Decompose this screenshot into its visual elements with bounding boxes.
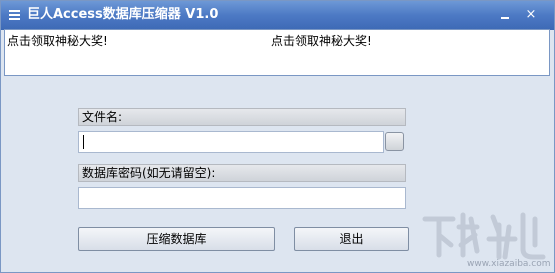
browse-button[interactable] [385, 132, 404, 151]
system-menu-icon[interactable] [9, 10, 20, 21]
window-title: 巨人Access数据库压缩器 V1.0 [27, 7, 219, 22]
minimize-button[interactable] [497, 8, 513, 22]
text-caret [83, 135, 84, 149]
ad-link-2[interactable]: 点击领取神秘大奖! [271, 32, 372, 49]
watermark-site-text: www.xiazaiba.com [467, 259, 551, 269]
app-window: 巨人Access数据库压缩器 V1.0 × 点击领取神秘大奖! 点击领取神秘大奖… [0, 0, 555, 273]
close-button[interactable]: × [523, 8, 539, 22]
compress-database-button[interactable]: 压缩数据库 [78, 227, 275, 251]
ad-link-1[interactable]: 点击领取神秘大奖! [7, 32, 108, 49]
password-label: 数据库密码(如无请留空): [78, 164, 406, 182]
title-bar[interactable]: 巨人Access数据库压缩器 V1.0 × [1, 1, 554, 30]
filename-label: 文件名: [78, 108, 406, 126]
minimize-icon [501, 17, 509, 19]
password-input[interactable] [78, 187, 406, 209]
exit-button[interactable]: 退出 [294, 227, 409, 251]
filename-input[interactable] [78, 131, 384, 153]
ad-banner: 点击领取神秘大奖! 点击领取神秘大奖! [4, 29, 550, 76]
